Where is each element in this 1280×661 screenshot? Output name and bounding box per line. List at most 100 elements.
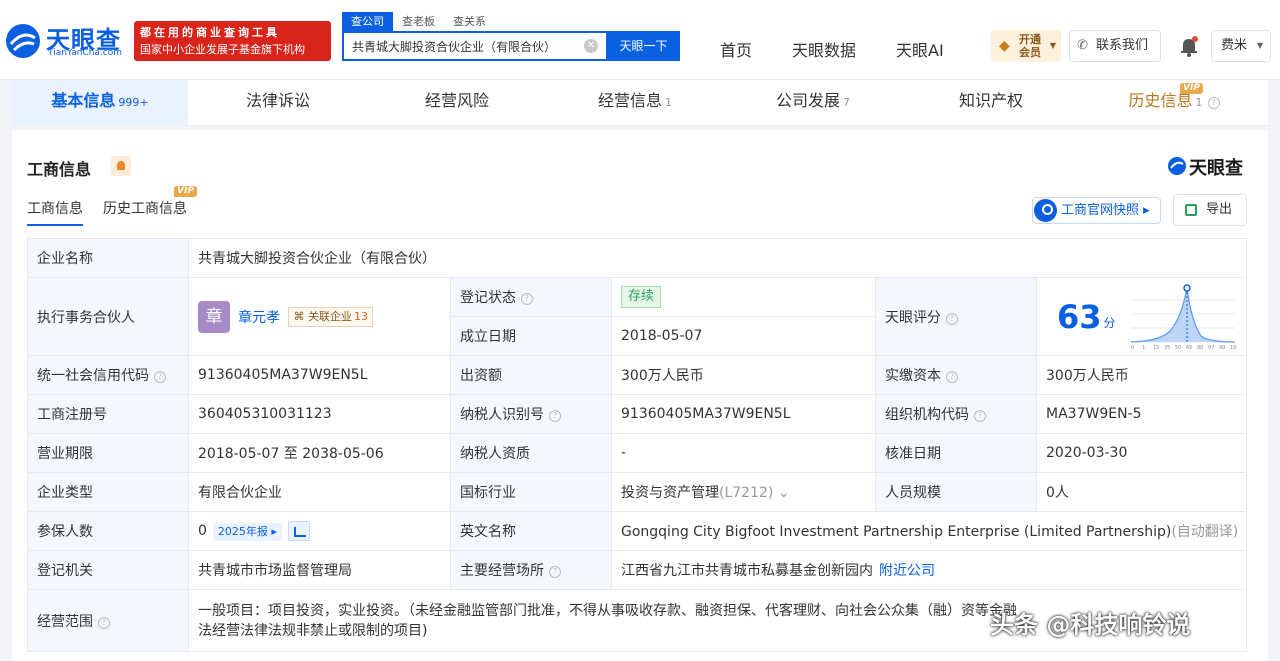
label-text: 实缴资本 [885, 368, 941, 384]
label-found-date: 成立日期 [450, 316, 612, 356]
contact-button[interactable]: ✆ 联系我们 [1069, 30, 1161, 62]
help-icon[interactable]: ? [549, 410, 561, 422]
label-text: 经营范围 [37, 613, 93, 630]
value-approve-date: 2020-03-30 [1035, 433, 1248, 473]
trend-chart-icon[interactable] [288, 521, 311, 541]
label-text: 登记状态 [460, 290, 516, 306]
search-tab-boss[interactable]: 查老板 [393, 12, 444, 31]
help-icon[interactable]: ? [946, 371, 958, 383]
help-icon[interactable]: ? [98, 616, 110, 629]
nearby-companies-link[interactable]: 附近公司 [879, 563, 935, 579]
notification-dot [1192, 36, 1198, 42]
logo-domain: TianYanCha.com [48, 48, 123, 58]
related-count: 13 [353, 309, 368, 323]
chevron-down-icon: ▼ [1256, 41, 1263, 50]
help-icon[interactable]: ? [154, 371, 166, 383]
table-row: 统一社会信用代码? 91360405MA37W9EN5L 出资额 300万人民币… [27, 355, 1248, 395]
tab-count: 999+ [118, 96, 149, 109]
brand-text: 天眼查 [1189, 158, 1243, 179]
export-button[interactable]: 导出 [1173, 194, 1247, 226]
tab-basic-info[interactable]: 基本信息 999+ [12, 80, 188, 126]
tab-legal[interactable]: 法律诉讼 [188, 80, 368, 126]
search-tab-company[interactable]: 查公司 [342, 12, 393, 31]
table-row: 工商注册号 360405310031123 纳税人识别号? 91360405MA… [27, 394, 1248, 434]
value-term: 2018-05-07 至 2038-05-06 [188, 433, 451, 473]
value-industry[interactable]: 投资与资产管理(L7212) ⌄ [611, 472, 876, 512]
score-tick-label: 65 [1186, 345, 1192, 350]
slogan-banner[interactable]: 都在用的商业查询工具 国家中小企业发展子基金旗下机构 [134, 21, 331, 61]
vip-label-line1: 开通 [1019, 33, 1041, 46]
search-input[interactable] [344, 33, 574, 59]
tab-label: 公司发展 [775, 91, 840, 110]
subtab-business-info[interactable]: 工商信息 [27, 198, 83, 226]
label-reg-no: 工商注册号 [27, 394, 189, 434]
value-partner: 章章元孝 ⌘ 关联企业 13 [188, 277, 451, 356]
help-icon[interactable]: ? [549, 566, 561, 578]
score-number: 63 [1057, 297, 1102, 336]
help-icon: ? [1207, 97, 1220, 109]
label-address: 主要经营场所? [450, 550, 612, 590]
brand-logo: 天眼查 [1167, 154, 1249, 179]
label-term: 营业期限 [27, 433, 189, 473]
tab-count: 1 [665, 96, 672, 109]
main-panel: 工商信息 天眼查 工商信息 历史工商信息 VIP 工商官网快照 ▸ 导出 企业名… [12, 130, 1268, 661]
search-button[interactable]: 天眼一下 [607, 31, 680, 61]
tianyancha-logo[interactable]: 天眼查 TianYanCha.com [4, 18, 130, 62]
tab-history[interactable]: 历史信息 1? [1080, 80, 1268, 126]
value-insured: 0 2025年报 ▸ [188, 511, 451, 551]
nav-ai[interactable]: 天眼AI [896, 37, 944, 61]
avatar[interactable]: 章 [198, 300, 230, 333]
search-tab-relation[interactable]: 查关系 [444, 12, 495, 31]
tab-ip[interactable]: 知识产权 [902, 80, 1080, 126]
export-label: 导出 [1206, 202, 1233, 217]
tab-operation[interactable]: 经营信息 1 [546, 80, 724, 126]
tab-label: 经营风险 [424, 91, 489, 110]
slogan-line1: 都在用的商业查询工具 [140, 26, 280, 39]
score-tick-label: 99 [1219, 345, 1225, 350]
partner-name-link[interactable]: 章元孝 [238, 310, 280, 326]
table-row: 企业类型 有限合伙企业 国标行业 投资与资产管理(L7212) ⌄ 人员规模 0… [27, 472, 1248, 512]
monitor-bell-icon[interactable] [111, 156, 131, 176]
clear-icon[interactable]: ✕ [584, 39, 598, 53]
vip-open-button[interactable]: ◆ 开通 会员 ▼ [991, 30, 1061, 62]
label-company-type: 企业类型 [27, 472, 189, 512]
label-english-name: 英文名称 [450, 511, 612, 551]
value-taxpayer-qual: - [611, 433, 876, 473]
label-contribution: 出资额 [450, 355, 612, 395]
score-tick-label: 80 [1197, 345, 1203, 350]
tab-development[interactable]: 公司发展 7 [724, 80, 902, 126]
search-type-tabs: 查公司 查老板 查关系 [342, 12, 495, 31]
related-companies-tag[interactable]: ⌘ 关联企业 13 [288, 306, 373, 327]
section-title: 工商信息 [27, 160, 92, 179]
tab-label: 法律诉讼 [245, 91, 310, 110]
top-bar: 天眼查 TianYanCha.com 都在用的商业查询工具 国家中小企业发展子基… [0, 0, 1280, 80]
bell-icon [1181, 39, 1197, 57]
address-text: 江西省九江市共青城市私募基金创新园内 [621, 563, 873, 579]
tab-risk[interactable]: 经营风险 [368, 80, 546, 126]
company-tabs: 基本信息 999+ 法律诉讼 经营风险 经营信息 1 公司发展 7 知识产权 历史信息… [12, 80, 1268, 126]
official-snapshot-button[interactable]: 工商官网快照 ▸ [1032, 197, 1161, 224]
related-companies-icon: ⌘ [293, 309, 305, 323]
annual-report-year-tag[interactable]: 2025年报 ▸ [212, 523, 282, 541]
nav-home[interactable]: 首页 [720, 37, 752, 61]
score-tick-label: 50 [1175, 345, 1181, 350]
tab-label: 经营信息 [597, 91, 662, 110]
help-icon[interactable]: ? [521, 293, 533, 305]
snapshot-label: 工商官网快照 [1061, 203, 1140, 218]
related-label: 关联企业 [307, 309, 352, 323]
label-paid-capital: 实缴资本? [875, 355, 1037, 395]
nav-data[interactable]: 天眼数据 [792, 37, 856, 61]
subtab-history-business-info[interactable]: 历史工商信息 [103, 198, 187, 226]
year-label: 2025年报 [217, 525, 268, 538]
user-menu-button[interactable]: 费米 ▼ [1211, 30, 1271, 62]
excel-icon [1185, 204, 1197, 216]
label-score: 天眼评分? [875, 277, 1037, 356]
notification-button[interactable] [1173, 30, 1205, 62]
industry-name: 投资与资产管理 [621, 485, 719, 501]
chevron-down-icon: ⌄ [777, 485, 790, 501]
chevron-right-icon: ▸ [1143, 203, 1150, 218]
value-score[interactable]: 63分 0 1 15 35 50 65 80 97 99 100 [1035, 277, 1248, 356]
help-icon[interactable]: ? [974, 410, 986, 422]
help-icon[interactable]: ? [946, 312, 958, 325]
table-row: 企业名称 共青城大脚投资合伙企业（有限合伙） [27, 238, 1248, 278]
